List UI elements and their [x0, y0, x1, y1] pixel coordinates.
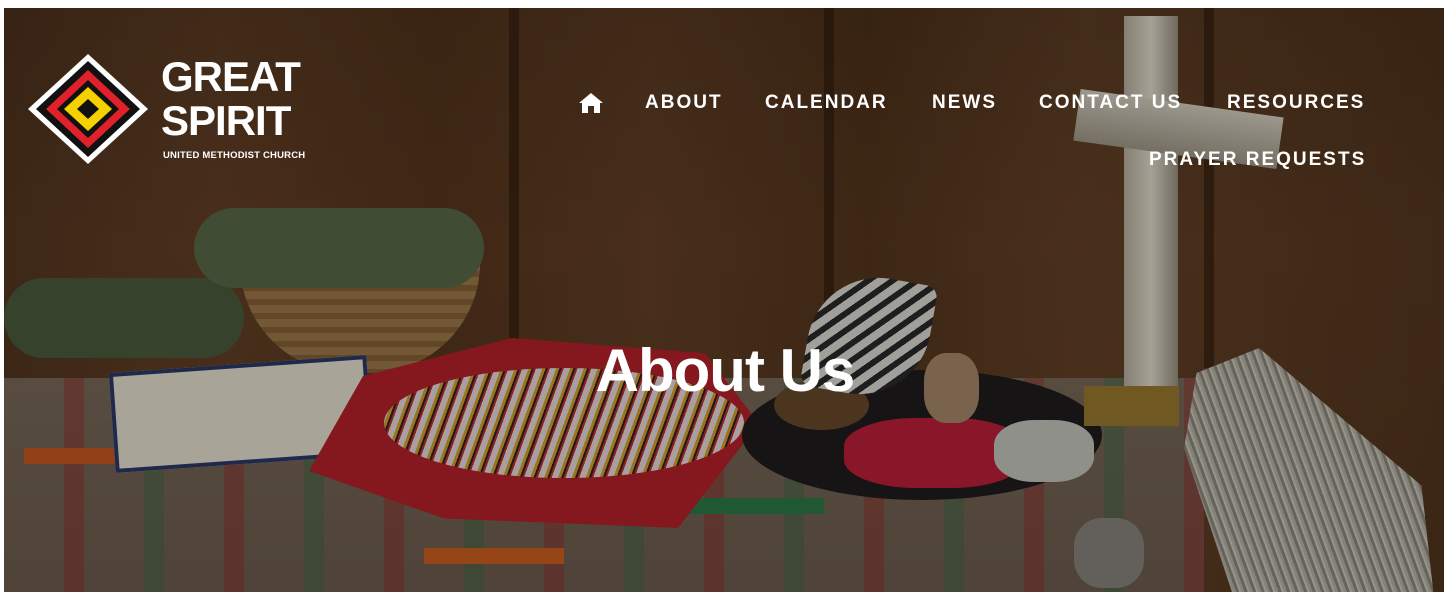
nav-resources[interactable]: RESOURCES — [1227, 92, 1365, 114]
nav-contact-us[interactable]: CONTACT US — [1039, 92, 1182, 114]
nav-calendar[interactable]: CALENDAR — [765, 92, 888, 114]
home-icon[interactable] — [578, 92, 604, 114]
page-title: About Us — [595, 337, 856, 405]
site-logo[interactable]: GREAT SPIRIT UNITED METHODIST CHURCH — [28, 52, 318, 164]
logo-diamond-icon — [28, 54, 148, 164]
nav-news[interactable]: NEWS — [932, 92, 997, 114]
logo-text-spirit: SPIRIT — [161, 97, 291, 144]
logo-text-great: GREAT — [161, 53, 301, 100]
logo-subtitle: UNITED METHODIST CHURCH — [163, 150, 306, 161]
nav-about[interactable]: ABOUT — [645, 92, 723, 114]
nav-prayer-requests[interactable]: PRAYER REQUESTS — [1149, 149, 1366, 171]
